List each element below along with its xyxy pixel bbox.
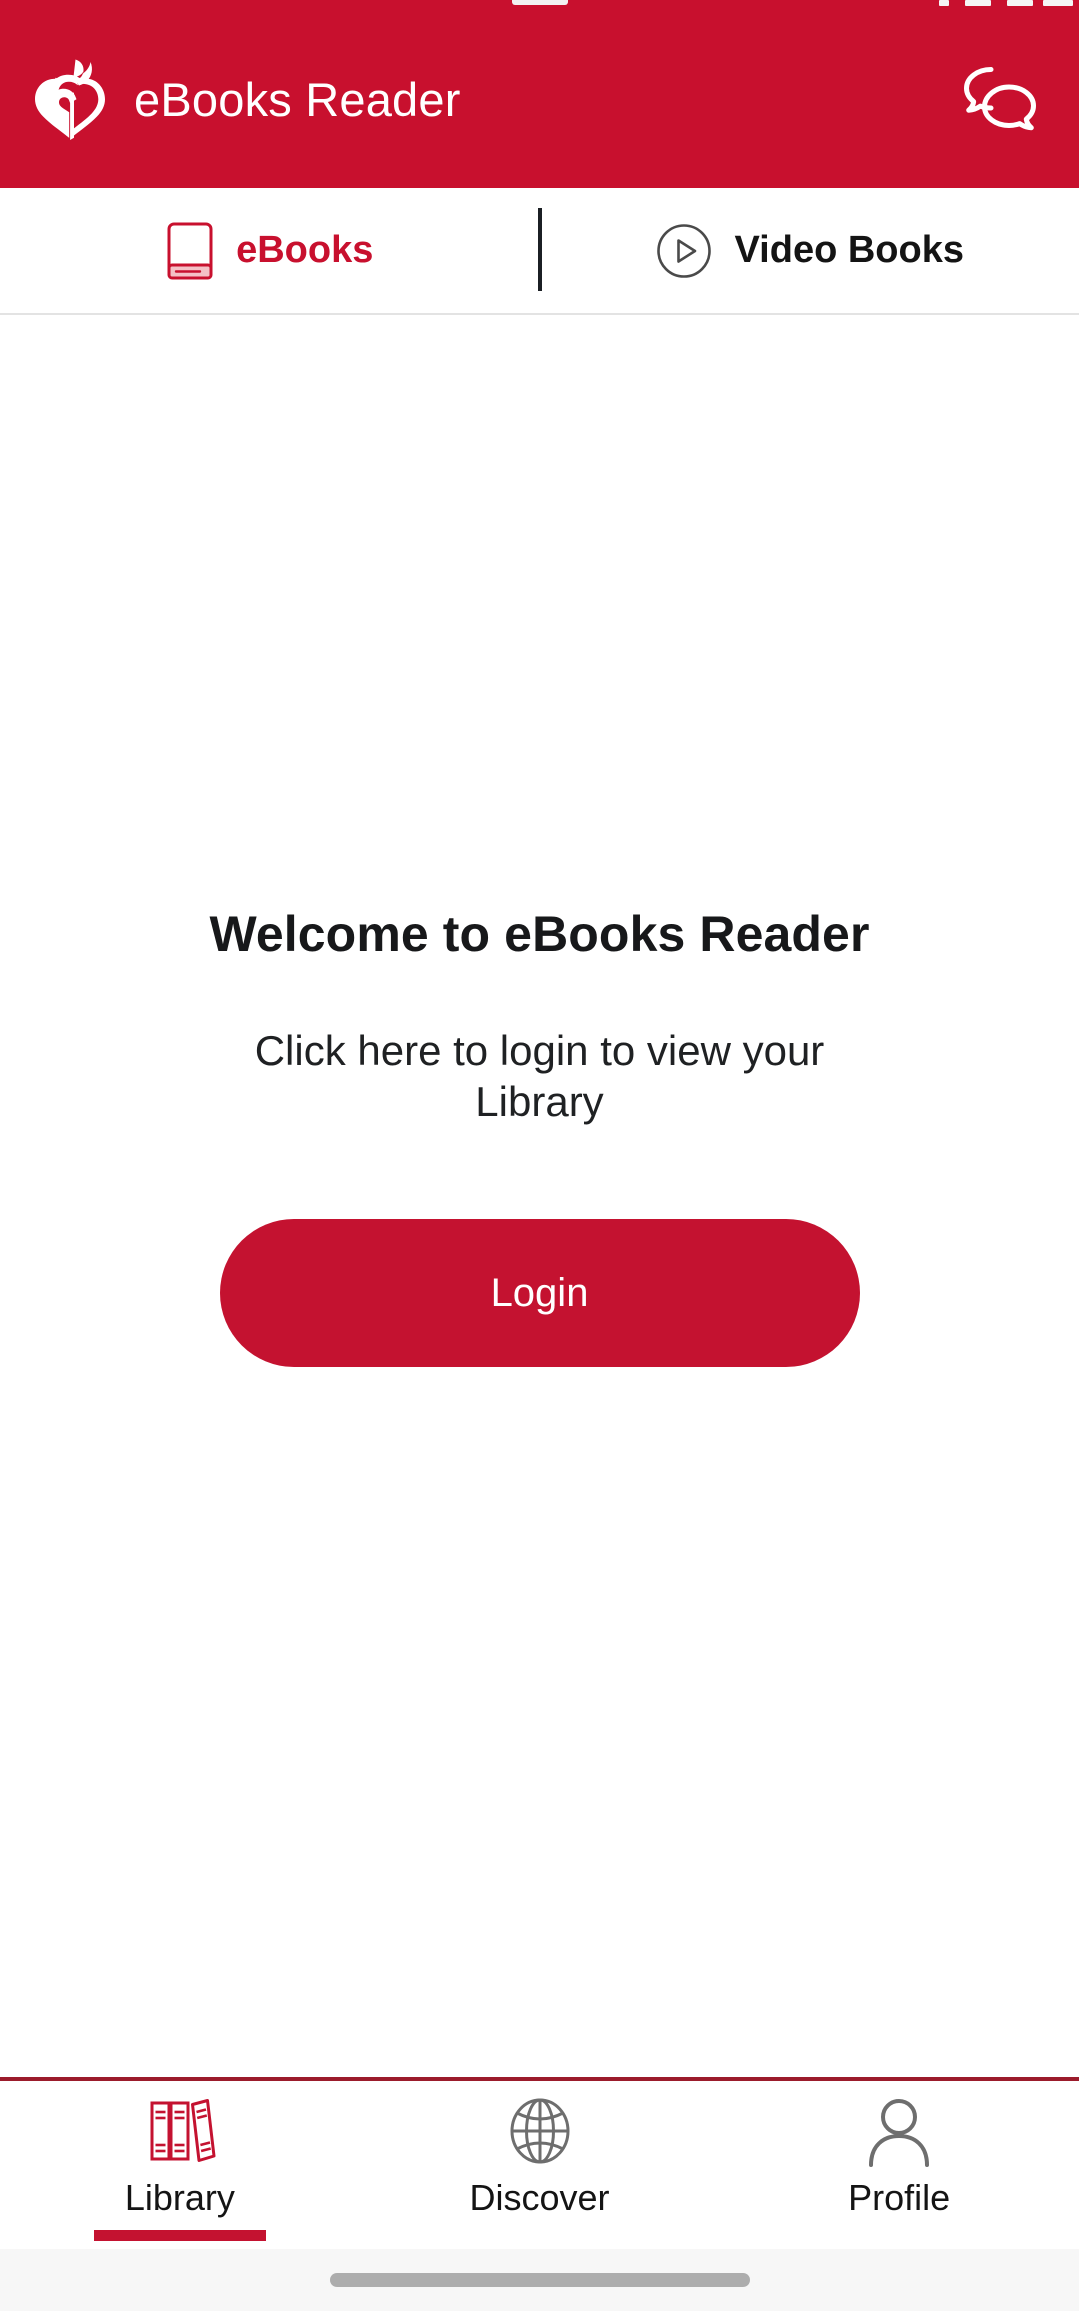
nav-item-library-label: Library: [124, 2177, 235, 2218]
app-root: eBooks Reader eBooks Video Books Welcome…: [0, 0, 1079, 2311]
nav-item-discover[interactable]: Discover: [360, 2081, 720, 2249]
nav-active-indicator: [93, 2230, 266, 2241]
app-header: eBooks Reader: [0, 10, 1079, 188]
globe-icon: [505, 2095, 575, 2167]
cellular-icon: [1007, 0, 1033, 6]
tab-divider: [537, 208, 542, 291]
signal-icon: [939, 0, 949, 6]
aha-heart-torch-logo: [34, 58, 108, 140]
brand: eBooks Reader: [34, 58, 953, 140]
chat-button[interactable]: [953, 60, 1045, 138]
home-indicator[interactable]: [329, 2273, 750, 2287]
content-type-tabs: eBooks Video Books: [0, 188, 1079, 315]
person-icon: [865, 2095, 933, 2167]
status-bar-notch: [511, 0, 568, 5]
bottom-navigation: Library Discover Profile: [0, 2077, 1079, 2249]
login-button[interactable]: Login: [219, 1219, 860, 1368]
app-title: eBooks Reader: [134, 72, 461, 126]
nav-item-discover-label: Discover: [469, 2177, 610, 2218]
play-circle-icon: [655, 222, 713, 280]
welcome-title: Welcome to eBooks Reader: [209, 905, 870, 962]
home-indicator-area: [0, 2249, 1079, 2311]
book-icon: [166, 221, 214, 281]
nav-item-profile[interactable]: Profile: [719, 2081, 1079, 2249]
books-icon: [143, 2095, 217, 2167]
battery-icon: [1043, 0, 1073, 6]
nav-item-library[interactable]: Library: [0, 2081, 360, 2249]
status-bar: [0, 0, 1079, 10]
tab-video-books[interactable]: Video Books: [540, 188, 1079, 313]
wifi-icon: [965, 0, 991, 6]
library-empty-state: Welcome to eBooks Reader Click here to l…: [0, 315, 1079, 2077]
chat-bubbles-icon: [959, 65, 1039, 133]
tab-video-books-label: Video Books: [734, 229, 964, 271]
welcome-subtitle: Click here to login to view your Library: [254, 1026, 825, 1125]
tab-ebooks[interactable]: eBooks: [0, 188, 540, 313]
nav-item-profile-label: Profile: [848, 2177, 951, 2218]
tab-ebooks-label: eBooks: [236, 229, 374, 271]
